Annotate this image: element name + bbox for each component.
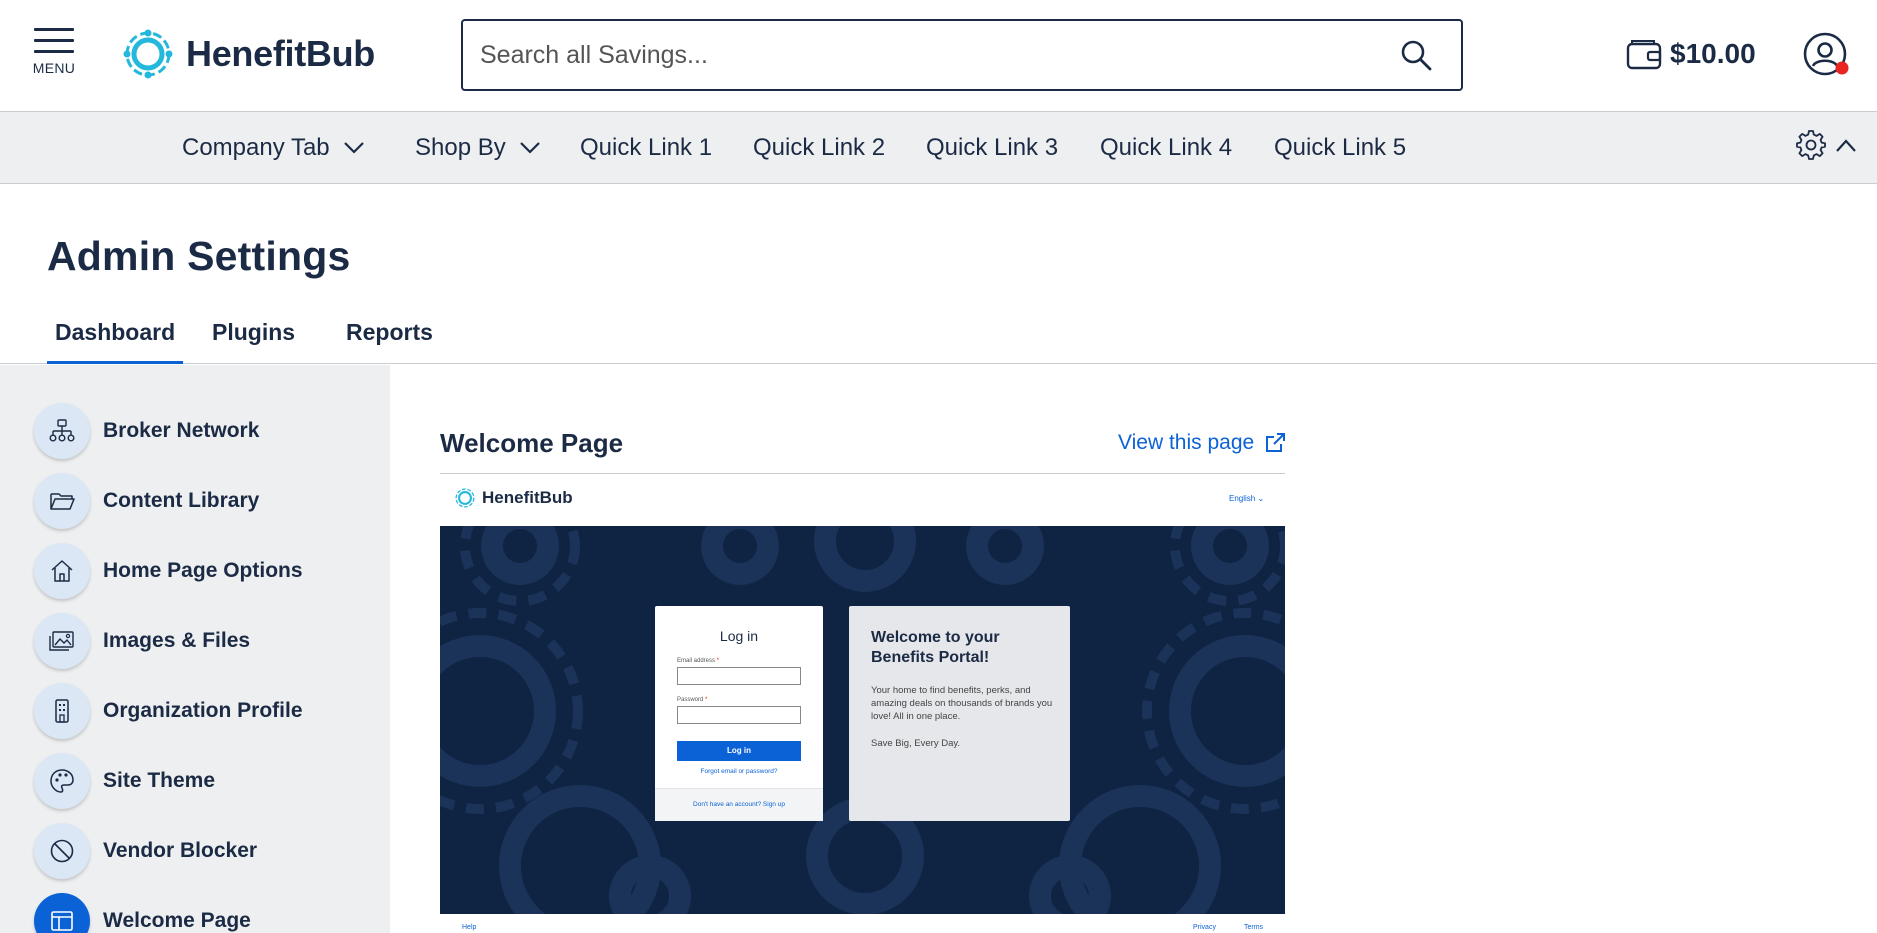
home-icon bbox=[34, 543, 90, 599]
preview-welcome-card: Welcome to your Benefits Portal! Your ho… bbox=[849, 606, 1070, 821]
search-input[interactable] bbox=[480, 40, 1399, 70]
hamburger-icon-bar bbox=[34, 39, 74, 42]
sidebar-item-label: Site Theme bbox=[103, 769, 216, 792]
image-icon bbox=[34, 613, 90, 669]
preview-login-button: Log in bbox=[677, 741, 801, 761]
preview-login-card: Log in Email address * Password * Log in… bbox=[655, 606, 823, 821]
logo-icon bbox=[123, 29, 173, 79]
preview-signup-link: Don't have an account? Sign up bbox=[693, 801, 785, 808]
settings-sidebar: Broker Network Content Library Home Page… bbox=[0, 365, 390, 933]
nav-item-label: Quick Link 3 bbox=[926, 134, 1059, 161]
tab-dashboard[interactable]: Dashboard bbox=[46, 319, 184, 364]
preview-language-select: English ⌄ bbox=[1229, 494, 1265, 503]
sidebar-item-label: Home Page Options bbox=[103, 559, 303, 582]
page-title: Admin Settings bbox=[47, 233, 351, 279]
sidebar-item-vendor-blocker[interactable]: Vendor Blocker bbox=[34, 823, 257, 879]
preview-forgot-link: Forgot email or password? bbox=[700, 768, 778, 775]
preview-footer-privacy: Privacy bbox=[1193, 924, 1216, 931]
sidebar-item-organization-profile[interactable]: Organization Profile bbox=[34, 683, 303, 739]
sidebar-item-label: Organization Profile bbox=[103, 699, 303, 722]
sidebar-item-content-library[interactable]: Content Library bbox=[34, 473, 259, 529]
nav-item-label: Quick Link 1 bbox=[580, 134, 713, 161]
chevron-down-icon bbox=[343, 142, 364, 154]
view-page-link[interactable]: View this page bbox=[1118, 431, 1286, 455]
preview-language-label: English bbox=[1229, 494, 1256, 503]
preview-login-footer: Don't have an account? Sign up bbox=[655, 788, 823, 821]
view-page-link-label: View this page bbox=[1118, 431, 1255, 454]
gear-icon[interactable] bbox=[1795, 129, 1827, 161]
sidebar-item-label: Vendor Blocker bbox=[103, 839, 258, 862]
nav-item-quick-link-5[interactable]: Quick Link 5 bbox=[1274, 134, 1406, 162]
menu-label: MENU bbox=[32, 60, 76, 76]
network-icon bbox=[34, 403, 90, 459]
tab-reports[interactable]: Reports bbox=[346, 319, 433, 346]
preview-header: HenefitBub English ⌄ bbox=[440, 474, 1285, 526]
layout-icon bbox=[34, 893, 90, 933]
preview-login-title: Log in bbox=[719, 628, 759, 644]
preview-footer: Help Privacy Terms bbox=[440, 914, 1285, 933]
sidebar-item-label: Broker Network bbox=[103, 419, 260, 442]
search-bar bbox=[461, 19, 1463, 91]
nav-item-quick-link-4[interactable]: Quick Link 4 bbox=[1100, 134, 1232, 162]
preview-logo: HenefitBub bbox=[454, 487, 573, 509]
preview-password-field bbox=[677, 706, 801, 724]
chevron-down-icon bbox=[519, 142, 540, 154]
preview-logo-text: HenefitBub bbox=[482, 488, 573, 507]
sidebar-item-label: Content Library bbox=[103, 489, 260, 512]
user-account-icon[interactable] bbox=[1802, 31, 1850, 79]
preview-footer-terms: Terms bbox=[1244, 924, 1264, 931]
sidebar-item-images-files[interactable]: Images & Files bbox=[34, 613, 250, 669]
secondary-nav: Company Tab Shop By Quick Link 1 Quick L… bbox=[0, 111, 1877, 184]
sidebar-item-welcome-page[interactable]: Welcome Page bbox=[34, 893, 251, 933]
menu-button[interactable]: MENU bbox=[32, 28, 76, 84]
folder-icon bbox=[34, 473, 90, 529]
nav-item-label: Shop By bbox=[415, 134, 506, 161]
chevron-up-icon[interactable] bbox=[1834, 134, 1858, 158]
preview-welcome-title: Welcome to your Benefits Portal! bbox=[871, 629, 1000, 666]
building-icon bbox=[34, 683, 90, 739]
nav-item-label: Quick Link 2 bbox=[753, 134, 886, 161]
external-link-icon bbox=[1266, 433, 1286, 452]
sidebar-item-label: Images & Files bbox=[103, 629, 251, 652]
preview-hero: Log in Email address * Password * Log in… bbox=[440, 526, 1285, 914]
nav-item-shop-by[interactable]: Shop By bbox=[415, 134, 540, 162]
sidebar-item-broker-network[interactable]: Broker Network bbox=[34, 403, 259, 459]
preview-footer-help: Help bbox=[462, 924, 477, 931]
nav-item-quick-link-2[interactable]: Quick Link 2 bbox=[753, 134, 885, 162]
preview-password-label-text: Password bbox=[677, 697, 704, 703]
nav-item-label: Company Tab bbox=[182, 134, 330, 161]
search-icon[interactable] bbox=[1399, 38, 1433, 72]
tab-plugins[interactable]: Plugins bbox=[212, 319, 295, 346]
preview-email-field bbox=[677, 667, 801, 685]
preview-email-label: Email address * bbox=[677, 658, 720, 664]
nav-item-quick-link-1[interactable]: Quick Link 1 bbox=[580, 134, 712, 162]
tab-bar: Dashboard Plugins Reports bbox=[0, 312, 1877, 364]
preview-password-label: Password * bbox=[677, 697, 708, 703]
preview-email-label-text: Email address bbox=[677, 658, 716, 664]
logo-text: HenefitBub bbox=[186, 33, 375, 74]
nav-item-company-tab[interactable]: Company Tab bbox=[182, 134, 364, 162]
hamburger-icon-bar bbox=[34, 50, 74, 53]
hamburger-icon bbox=[34, 28, 74, 31]
logo-icon bbox=[455, 488, 475, 508]
wallet-amount: $10.00 bbox=[1670, 38, 1756, 69]
wallet-icon bbox=[1626, 40, 1662, 70]
preview-welcome-body: Your home to find benefits, perks, and a… bbox=[871, 685, 1053, 722]
block-icon bbox=[34, 823, 90, 879]
palette-icon bbox=[34, 753, 90, 809]
nav-item-label: Quick Link 4 bbox=[1100, 134, 1233, 161]
section-title: Welcome Page bbox=[440, 428, 624, 458]
sidebar-item-home-page-options[interactable]: Home Page Options bbox=[34, 543, 303, 599]
wallet-balance[interactable]: $10.00 bbox=[1626, 38, 1756, 70]
nav-item-label: Quick Link 5 bbox=[1274, 134, 1407, 161]
notification-dot bbox=[1835, 61, 1849, 75]
nav-item-quick-link-3[interactable]: Quick Link 3 bbox=[926, 134, 1058, 162]
preview-welcome-tagline: Save Big, Every Day. bbox=[871, 738, 961, 749]
logo[interactable]: HenefitBub bbox=[122, 24, 375, 84]
top-header: MENU HenefitBub $10.00 bbox=[0, 0, 1877, 111]
sidebar-item-site-theme[interactable]: Site Theme bbox=[34, 753, 215, 809]
sidebar-item-label: Welcome Page bbox=[103, 909, 251, 932]
welcome-page-preview: HenefitBub English ⌄ Log in Email addres… bbox=[440, 474, 1285, 933]
